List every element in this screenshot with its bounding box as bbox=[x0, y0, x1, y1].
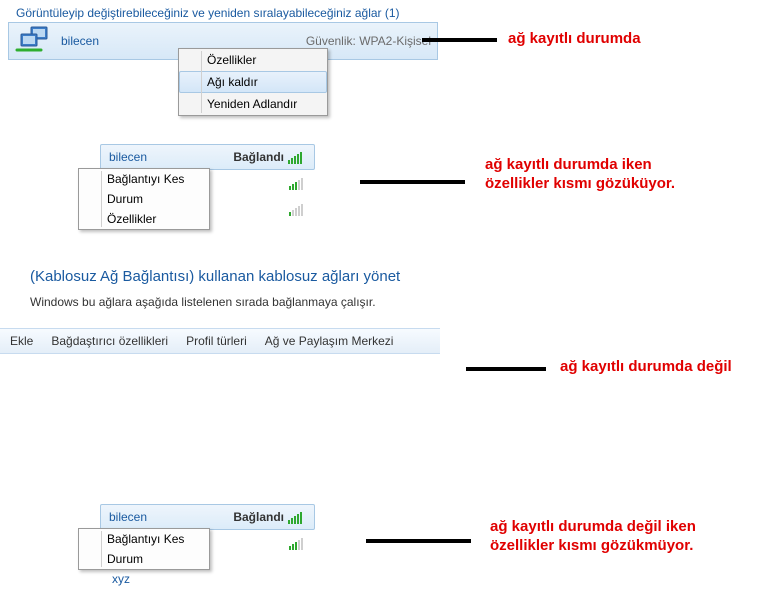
signal-icon bbox=[288, 510, 306, 524]
signal-icon bbox=[288, 150, 306, 164]
ctx-properties[interactable]: Özellikler bbox=[79, 209, 209, 229]
wifi-name-partial: xyz bbox=[104, 570, 138, 588]
signal-icon bbox=[289, 536, 307, 550]
annotation-2: ağ kayıtlı durumda iken özellikler kısmı… bbox=[485, 156, 675, 194]
toolbar-add[interactable]: Ekle bbox=[10, 334, 33, 348]
toolbar-profile-types[interactable]: Profil türleri bbox=[186, 334, 247, 348]
networks-header: Görüntüleyip değiştirebileceğiniz ve yen… bbox=[8, 4, 448, 22]
wifi-context-menu-unsaved: Bağlantıyı Kes Durum bbox=[78, 528, 210, 570]
signal-icon bbox=[289, 202, 307, 216]
ctx-disconnect[interactable]: Bağlantıyı Kes bbox=[79, 169, 209, 189]
manager-subtitle: Windows bu ağlara aşağıda listelenen sır… bbox=[22, 289, 472, 319]
toolbar-adapter-properties[interactable]: Bağdaştırıcı özellikleri bbox=[51, 334, 168, 348]
wifi-row-connected[interactable]: bilecen Bağlandı bbox=[100, 144, 315, 170]
wifi-status: Bağlandı bbox=[233, 510, 284, 524]
wifi-context-menu-saved: Bağlantıyı Kes Durum Özellikler bbox=[78, 168, 210, 230]
annotation-arrow-3 bbox=[466, 367, 546, 371]
signal-icon bbox=[289, 176, 307, 190]
annotation-arrow-1 bbox=[422, 38, 497, 42]
manager-title: (Kablosuz Ağ Bağlantısı) kullanan kablos… bbox=[22, 264, 472, 289]
network-pc-icon bbox=[15, 25, 55, 57]
annotation-3: ağ kayıtlı durumda değil bbox=[560, 358, 732, 377]
manager-toolbar: Ekle Bağdaştırıcı özellikleri Profil tür… bbox=[0, 328, 440, 354]
annotation-4: ağ kayıtlı durumda değil iken özellikler… bbox=[490, 518, 696, 556]
network-name: bilecen bbox=[61, 34, 99, 48]
network-context-menu: Özellikler Ağı kaldır Yeniden Adlandır bbox=[178, 48, 328, 116]
toolbar-network-center[interactable]: Ağ ve Paylaşım Merkezi bbox=[265, 334, 394, 348]
annotation-arrow-4 bbox=[366, 539, 471, 543]
ctx-status[interactable]: Durum bbox=[79, 189, 209, 209]
network-security: Güvenlik: WPA2-Kişisel bbox=[306, 34, 431, 48]
wifi-status: Bağlandı bbox=[233, 150, 284, 164]
wifi-row-connected[interactable]: bilecen Bağlandı bbox=[100, 504, 315, 530]
ctx-status[interactable]: Durum bbox=[79, 549, 209, 569]
ctx-disconnect[interactable]: Bağlantıyı Kes bbox=[79, 529, 209, 549]
annotation-arrow-2 bbox=[360, 180, 465, 184]
annotation-1: ağ kayıtlı durumda bbox=[508, 30, 641, 49]
wifi-name: bilecen bbox=[109, 510, 233, 524]
wifi-name: bilecen bbox=[109, 150, 233, 164]
